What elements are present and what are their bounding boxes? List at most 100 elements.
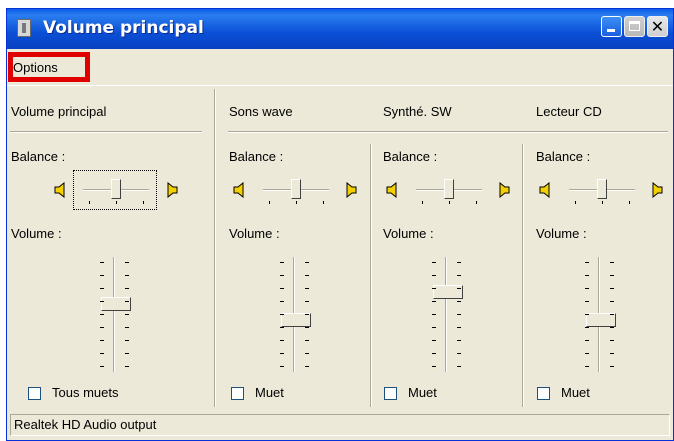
volume-tick [125,314,129,315]
balance-thumb[interactable] [444,179,454,199]
speaker-right-icon [497,182,511,198]
volume-tick [100,301,104,302]
volume-tick [100,288,104,289]
volume-tick [280,275,284,276]
volume-tick [432,340,436,341]
balance-label: Balance : [11,149,66,164]
speaker-left-icon [538,182,552,198]
channel-title: Volume principal [11,104,107,119]
volume-tick [100,340,104,341]
volume-label: Volume : [536,226,587,241]
mute-label[interactable]: Muet [561,385,590,400]
volume-tick [280,366,284,367]
volume-tick [610,353,614,354]
volume-tick [610,301,614,302]
volume-label: Volume : [11,226,62,241]
volume-thumb[interactable] [281,313,311,327]
volume-tick [585,340,589,341]
volume-label: Volume : [229,226,280,241]
volume-tick [610,314,614,315]
balance-thumb[interactable] [291,179,301,199]
volume-tick [125,288,129,289]
volume-tick [280,353,284,354]
volume-tick [585,314,589,315]
status-text: Realtek HD Audio output [14,417,157,432]
volume-tick [305,262,309,263]
volume-tick [610,275,614,276]
mute-checkbox[interactable] [28,387,41,400]
volume-tick [305,301,309,302]
channel-title: Lecteur CD [536,104,602,119]
status-bar: Realtek HD Audio output [10,414,670,436]
volume-tick [585,288,589,289]
mute-checkbox[interactable] [231,387,244,400]
volume-control-window: Volume principal ✕ Options Volume princi… [6,8,674,441]
volume-tick [610,288,614,289]
mute-label[interactable]: Muet [408,385,437,400]
balance-slider[interactable] [569,175,635,205]
volume-tick [305,353,309,354]
mute-label[interactable]: Tous muets [52,385,118,400]
volume-tick [457,314,461,315]
volume-tick [432,314,436,315]
volume-tick [100,366,104,367]
volume-tick [457,366,461,367]
volume-tick [432,275,436,276]
balance-label: Balance : [383,149,438,164]
mute-label[interactable]: Muet [255,385,284,400]
volume-tick [432,327,436,328]
volume-tick [125,275,129,276]
separator [522,144,524,407]
volume-tick [585,301,589,302]
balance-slider[interactable] [416,175,482,205]
volume-tick [305,314,309,315]
mute-checkbox[interactable] [537,387,550,400]
separator [370,144,372,407]
volume-tick [100,327,104,328]
separator [214,89,216,407]
speaker-left-icon [232,182,246,198]
highlight-box [8,52,90,82]
volume-tick [610,366,614,367]
title-bar[interactable]: Volume principal ✕ [7,9,673,49]
mute-checkbox[interactable] [384,387,397,400]
volume-tick [280,340,284,341]
volume-slider[interactable] [576,257,626,372]
volume-tick [125,301,129,302]
volume-tick [305,288,309,289]
speaker-right-icon [650,182,664,198]
volume-tick [305,275,309,276]
separator [228,131,668,133]
minimize-button[interactable] [601,16,622,37]
volume-tick [305,327,309,328]
channel-title: Sons wave [229,104,293,119]
volume-tick [432,366,436,367]
volume-tick [280,314,284,315]
close-icon: ✕ [650,17,665,36]
volume-tick [457,327,461,328]
volume-tick [585,262,589,263]
close-button[interactable]: ✕ [647,16,668,37]
volume-slider[interactable] [271,257,321,372]
volume-tick [305,340,309,341]
volume-tick [610,262,614,263]
volume-tick [305,366,309,367]
volume-tick [585,327,589,328]
minimize-icon [607,29,615,32]
volume-thumb[interactable] [586,313,616,327]
volume-slider[interactable] [91,257,141,372]
volume-tick [585,275,589,276]
volume-tick [432,262,436,263]
volume-tick [125,262,129,263]
speaker-right-icon [344,182,358,198]
balance-thumb[interactable] [597,179,607,199]
volume-slider[interactable] [423,257,473,372]
balance-slider[interactable] [263,175,329,205]
volume-tick [432,353,436,354]
maximize-button[interactable] [624,16,645,37]
volume-tick [610,340,614,341]
volume-tick [457,301,461,302]
balance-label: Balance : [229,149,284,164]
focus-rectangle [73,170,157,210]
volume-thumb[interactable] [101,297,131,311]
